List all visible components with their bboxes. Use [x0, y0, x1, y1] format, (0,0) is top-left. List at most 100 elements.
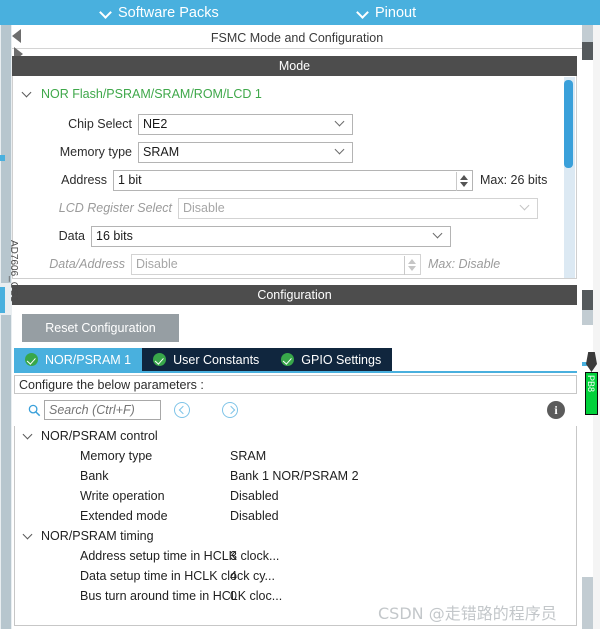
table-row[interactable]: Address setup time in HCLK clock... 3: [15, 546, 576, 566]
watermark-text: CSDN @走错路的程序员: [378, 604, 557, 623]
arrow-left-icon[interactable]: [12, 29, 21, 43]
memory-type-value: SRAM: [143, 145, 180, 159]
lcd-register-select-combo[interactable]: Disable: [178, 197, 538, 219]
pin-signal-label: AD7606_OS1: [8, 240, 19, 302]
param-value: Disabled: [230, 509, 279, 523]
field-data-label: Data: [58, 229, 85, 243]
right-scrollbar-gap-upper: [582, 60, 593, 290]
spinner-up-icon[interactable]: [460, 175, 468, 180]
table-row[interactable]: Bank Bank 1 NOR/PSRAM 2: [15, 466, 576, 486]
chevron-down-icon[interactable]: [23, 531, 34, 542]
search-next-button[interactable]: [222, 402, 238, 418]
param-name: Bank: [80, 469, 109, 483]
group-nor-psram-timing-label: NOR/PSRAM timing: [41, 529, 154, 543]
tab-gpio-settings-label: GPIO Settings: [301, 352, 382, 367]
table-row[interactable]: Data setup time in HCLK clock cy... 4: [15, 566, 576, 586]
mode-section-body: NOR Flash/PSRAM/SRAM/ROM/LCD 1 Chip Sele…: [12, 76, 577, 279]
configuration-section-header: Configuration: [12, 285, 577, 305]
spinner-down-icon[interactable]: [460, 182, 468, 187]
table-row[interactable]: Memory type SRAM: [15, 446, 576, 466]
configure-parameters-hint: Configure the below parameters :: [14, 375, 577, 394]
address-spinner[interactable]: 1 bit: [113, 169, 473, 191]
param-name: Memory type: [80, 449, 153, 463]
cubemx-fsmc-configuration-window: Software Packs Pinout FSMC Mode and Conf…: [0, 0, 600, 629]
page-title: FSMC Mode and Configuration: [12, 27, 582, 49]
field-data-address-label: Data/Address: [49, 257, 125, 271]
table-row[interactable]: Extended mode Disabled: [15, 506, 576, 526]
tab-nor-psram-1[interactable]: NOR/PSRAM 1: [14, 348, 143, 371]
left-scrollbar-thumb-lower[interactable]: [1, 315, 11, 629]
chevron-right-icon: [227, 407, 233, 413]
mode-section-header: Mode: [12, 56, 577, 76]
left-scrollbar[interactable]: [0, 25, 12, 629]
param-value: Disabled: [230, 489, 279, 503]
search-input[interactable]: [44, 400, 161, 420]
configuration-section-title: Configuration: [257, 288, 332, 302]
param-value: SRAM: [230, 449, 267, 463]
chip-select-combo[interactable]: NE2: [138, 113, 353, 135]
param-name: Data setup time in HCLK clock cy...: [80, 569, 275, 583]
tab-nor-psram-1-label: NOR/PSRAM 1: [45, 352, 132, 367]
data-address-spinner[interactable]: Disable: [131, 253, 421, 275]
chevron-down-icon: [521, 202, 530, 211]
param-value: Bank 1 NOR/PSRAM 2: [230, 469, 359, 483]
pin-signal-text: AD7606_OS1: [8, 240, 19, 302]
info-icon[interactable]: i: [547, 401, 565, 419]
tab-user-constants[interactable]: User Constants: [142, 348, 271, 371]
address-max-label: Max: 26 bits: [480, 173, 548, 187]
field-data-address: Data/Address Disable Max: Disable: [13, 252, 566, 276]
table-row[interactable]: Write operation Disabled: [15, 486, 576, 506]
address-spinner-buttons[interactable]: [456, 171, 471, 191]
address-value: 1 bit: [118, 173, 142, 187]
menu-pinout[interactable]: Pinout: [357, 5, 416, 21]
check-circle-icon: [25, 353, 38, 366]
chip-select-value: NE2: [143, 117, 168, 131]
watermark: CSDN @走错路的程序员: [378, 600, 557, 624]
param-name: Write operation: [80, 489, 165, 503]
group-nor-psram-timing[interactable]: NOR/PSRAM timing: [15, 526, 576, 546]
field-memory-type: Memory type SRAM: [13, 140, 566, 164]
mode-tree-root[interactable]: NOR Flash/PSRAM/SRAM/ROM/LCD 1: [22, 87, 262, 101]
field-lcd-register-select: LCD Register Select Disable: [13, 196, 566, 220]
check-circle-icon: [281, 353, 295, 366]
field-address: Address 1 bit Max: 26 bits: [13, 168, 566, 192]
check-circle-icon: [153, 353, 167, 366]
menu-pinout-label: Pinout: [375, 4, 417, 21]
tab-gpio-settings[interactable]: GPIO Settings: [270, 348, 393, 371]
parameter-tree: NOR/PSRAM control Memory type SRAM Bank …: [14, 426, 577, 626]
field-address-label: Address: [61, 173, 107, 187]
left-accent-marker-upper: [0, 155, 5, 161]
chevron-down-icon: [357, 7, 368, 18]
menu-software-packs[interactable]: Software Packs: [100, 5, 219, 21]
param-name: Address setup time in HCLK clock...: [80, 549, 280, 563]
data-address-spinner-buttons[interactable]: [404, 255, 419, 275]
right-scrollbar-thumb-upper[interactable]: [582, 42, 593, 60]
reset-configuration-button[interactable]: Reset Configuration: [22, 314, 179, 342]
chevron-down-icon: [434, 230, 443, 239]
group-nor-psram-control[interactable]: NOR/PSRAM control: [15, 426, 576, 446]
configuration-tabstrip: NOR/PSRAM 1 User Constants GPIO Settings: [14, 348, 577, 371]
data-address-max-label: Max: Disable: [428, 257, 501, 271]
chevron-down-icon: [336, 146, 345, 155]
mode-tree-root-label: NOR Flash/PSRAM/SRAM/ROM/LCD 1: [41, 87, 262, 101]
pin-badge-pb8[interactable]: PB8: [585, 372, 598, 415]
right-scrollbar-thumb-lower[interactable]: [582, 290, 593, 310]
search-prev-button[interactable]: [174, 402, 190, 418]
top-menu-bar: Software Packs Pinout: [0, 0, 600, 25]
pinout-side-strip: [582, 25, 600, 629]
data-combo[interactable]: 16 bits: [91, 225, 451, 247]
configuration-section-body: Reset Configuration NOR/PSRAM 1 User Con…: [12, 305, 577, 629]
param-value: 3: [230, 549, 237, 563]
data-value: 16 bits: [96, 229, 133, 243]
page-title-label: FSMC Mode and Configuration: [210, 30, 384, 45]
param-value: 4: [230, 569, 237, 583]
spinner-up-icon[interactable]: [408, 259, 416, 264]
chevron-down-icon: [100, 7, 111, 18]
spinner-down-icon[interactable]: [408, 266, 416, 271]
chevron-down-icon[interactable]: [23, 431, 34, 442]
configure-parameters-hint-label: Configure the below parameters :: [19, 377, 204, 392]
field-lcd-register-select-label: LCD Register Select: [58, 201, 172, 215]
menu-software-packs-label: Software Packs: [118, 4, 219, 21]
chevron-down-icon[interactable]: [22, 89, 33, 100]
memory-type-combo[interactable]: SRAM: [138, 141, 353, 163]
